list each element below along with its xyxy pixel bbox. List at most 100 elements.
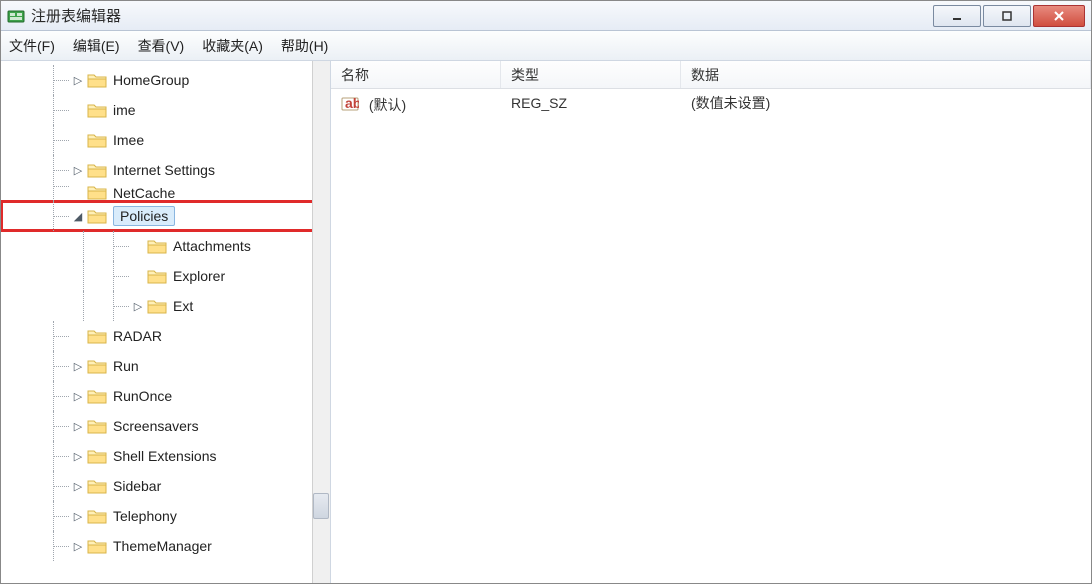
- app-icon: [7, 7, 25, 25]
- tree-scrollbar-thumb[interactable]: [313, 493, 329, 519]
- tree-node-internet-settings[interactable]: ▷ Internet Settings: [1, 155, 330, 185]
- folder-icon: [147, 237, 167, 255]
- tree-node-label: ime: [113, 102, 136, 118]
- tree-node-screensavers[interactable]: ▷ Screensavers: [1, 411, 330, 441]
- string-value-icon: ab: [341, 95, 359, 113]
- expander-closed-icon[interactable]: ▷: [71, 163, 85, 177]
- list-body: ab (默认) REG_SZ (数值未设置): [331, 89, 1091, 583]
- tree-node-ext[interactable]: ▷ Ext: [1, 291, 330, 321]
- folder-icon: [87, 101, 107, 119]
- content-area: ▷ HomeGroup ime Imee ▷ Internet Settings NetCa…: [1, 61, 1091, 583]
- folder-icon: [87, 387, 107, 405]
- tree-node-netcache[interactable]: NetCache: [1, 185, 330, 201]
- expander-closed-icon[interactable]: ▷: [71, 539, 85, 553]
- column-header-type[interactable]: 类型: [501, 61, 681, 88]
- list-row[interactable]: ab (默认) REG_SZ (数值未设置): [331, 89, 1091, 117]
- window-controls: [931, 5, 1085, 27]
- folder-icon: [87, 327, 107, 345]
- tree-scrollbar-track[interactable]: [312, 61, 330, 583]
- tree-pane: ▷ HomeGroup ime Imee ▷ Internet Settings NetCa…: [1, 61, 331, 583]
- tree-node-label: HomeGroup: [113, 72, 189, 88]
- expander-none: [131, 239, 145, 253]
- expander-none: [131, 269, 145, 283]
- expander-none: [71, 133, 85, 147]
- tree-node-label: NetCache: [113, 185, 175, 201]
- menubar: 文件(F) 编辑(E) 查看(V) 收藏夹(A) 帮助(H): [1, 31, 1091, 61]
- tree-node-label: Sidebar: [113, 478, 161, 494]
- folder-icon: [147, 267, 167, 285]
- expander-closed-icon[interactable]: ▷: [71, 359, 85, 373]
- folder-icon: [87, 71, 107, 89]
- tree-node-label: Ext: [173, 298, 193, 314]
- menu-help[interactable]: 帮助(H): [281, 36, 328, 56]
- folder-icon: [87, 131, 107, 149]
- column-header-data[interactable]: 数据: [681, 61, 1091, 88]
- svg-text:ab: ab: [345, 95, 359, 111]
- expander-closed-icon[interactable]: ▷: [71, 449, 85, 463]
- tree-node-radar[interactable]: RADAR: [1, 321, 330, 351]
- tree-node-run[interactable]: ▷ Run: [1, 351, 330, 381]
- folder-icon: [87, 357, 107, 375]
- registry-editor-window: 注册表编辑器 文件(F) 编辑(E) 查看(V) 收藏夹(A) 帮助(H) ▷ H…: [0, 0, 1092, 584]
- tree-node-label: Screensavers: [113, 418, 199, 434]
- expander-closed-icon[interactable]: ▷: [71, 73, 85, 87]
- folder-icon: [87, 417, 107, 435]
- list-pane: 名称 类型 数据 ab (默认) REG_SZ (数值未设置): [331, 61, 1091, 583]
- tree-node-label: RADAR: [113, 328, 162, 344]
- value-name-cell: ab (默认): [331, 92, 501, 115]
- tree-node-homegroup[interactable]: ▷ HomeGroup: [1, 65, 330, 95]
- close-button[interactable]: [1033, 5, 1085, 27]
- tree-node-label: Internet Settings: [113, 162, 215, 178]
- window-title: 注册表编辑器: [31, 5, 931, 26]
- value-type: REG_SZ: [501, 95, 681, 111]
- tree-node-shell-extensions[interactable]: ▷ Shell Extensions: [1, 441, 330, 471]
- menu-file[interactable]: 文件(F): [9, 36, 55, 56]
- folder-icon: [87, 161, 107, 179]
- expander-open-icon[interactable]: ◢: [71, 209, 85, 223]
- list-header: 名称 类型 数据: [331, 61, 1091, 89]
- tree-node-attachments[interactable]: Attachments: [1, 231, 330, 261]
- tree-node-label: Shell Extensions: [113, 448, 217, 464]
- tree-node-label: Imee: [113, 132, 144, 148]
- tree-node-telephony[interactable]: ▷ Telephony: [1, 501, 330, 531]
- tree-node-label: Run: [113, 358, 139, 374]
- expander-closed-icon[interactable]: ▷: [71, 389, 85, 403]
- value-data: (数值未设置): [681, 93, 1091, 113]
- tree-node-label: ThemeManager: [113, 538, 212, 554]
- tree-node-imee[interactable]: Imee: [1, 125, 330, 155]
- maximize-button[interactable]: [983, 5, 1031, 27]
- titlebar: 注册表编辑器: [1, 1, 1091, 31]
- folder-icon: [87, 185, 107, 201]
- folder-icon: [87, 207, 107, 225]
- folder-icon: [147, 297, 167, 315]
- expander-closed-icon[interactable]: ▷: [71, 509, 85, 523]
- tree-root: ▷ HomeGroup ime Imee ▷ Internet Settings NetCa…: [1, 61, 330, 561]
- column-header-name[interactable]: 名称: [331, 61, 501, 88]
- expander-closed-icon[interactable]: ▷: [71, 479, 85, 493]
- tree-node-thememanager[interactable]: ▷ ThemeManager: [1, 531, 330, 561]
- expander-closed-icon[interactable]: ▷: [131, 299, 145, 313]
- tree-node-label: Explorer: [173, 268, 225, 284]
- menu-favorites[interactable]: 收藏夹(A): [202, 36, 263, 56]
- tree-node-sidebar[interactable]: ▷ Sidebar: [1, 471, 330, 501]
- tree-node-label: RunOnce: [113, 388, 172, 404]
- tree-node-explorer[interactable]: Explorer: [1, 261, 330, 291]
- expander-closed-icon[interactable]: ▷: [71, 419, 85, 433]
- minimize-button[interactable]: [933, 5, 981, 27]
- expander-none: [71, 187, 85, 201]
- tree-node-label: Telephony: [113, 508, 177, 524]
- expander-none: [71, 103, 85, 117]
- tree-node-label: Attachments: [173, 238, 251, 254]
- menu-edit[interactable]: 编辑(E): [73, 36, 120, 56]
- tree-node-runonce[interactable]: ▷ RunOnce: [1, 381, 330, 411]
- tree-node-label: Policies: [113, 206, 175, 226]
- value-name: (默认): [369, 97, 406, 113]
- expander-none: [71, 329, 85, 343]
- tree-node-ime[interactable]: ime: [1, 95, 330, 125]
- folder-icon: [87, 447, 107, 465]
- menu-view[interactable]: 查看(V): [138, 36, 185, 56]
- folder-icon: [87, 477, 107, 495]
- tree-node-policies[interactable]: ◢ Policies: [1, 201, 330, 231]
- folder-icon: [87, 507, 107, 525]
- folder-icon: [87, 537, 107, 555]
